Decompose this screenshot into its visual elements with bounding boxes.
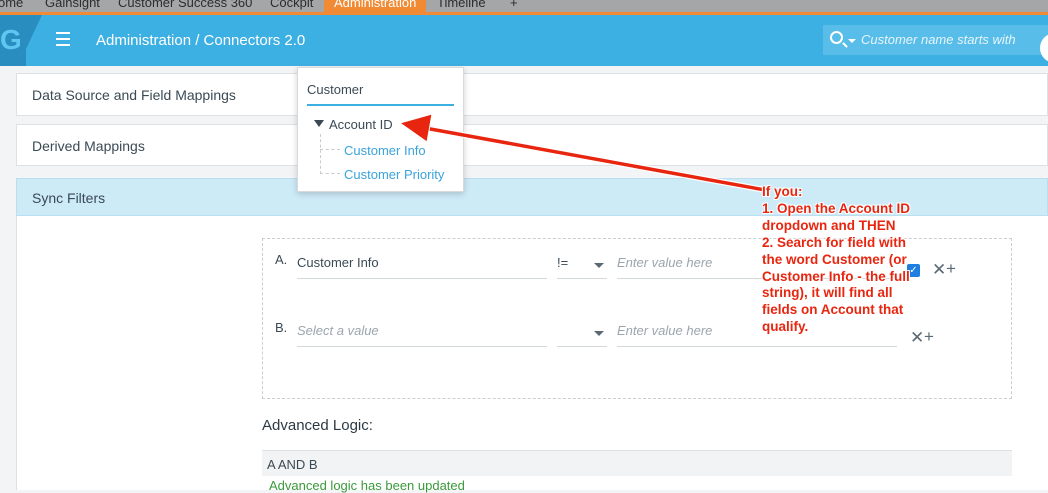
chevron-down-icon[interactable] bbox=[594, 331, 604, 336]
filter-letter: B. bbox=[275, 320, 288, 335]
advanced-logic-input[interactable]: A AND B bbox=[262, 450, 1012, 476]
customer-search[interactable]: Customer name starts with bbox=[823, 25, 1048, 55]
annotation-note: If you: 1. Open the Account ID dropdown … bbox=[762, 184, 911, 335]
section-data-source[interactable]: Data Source and Field Mappings bbox=[16, 73, 1048, 116]
tree-option-customer-info[interactable]: Customer Info bbox=[344, 143, 426, 158]
close-icon[interactable]: ✕ bbox=[932, 260, 946, 280]
advanced-logic-expression: A AND B bbox=[267, 457, 318, 472]
tab-gainsight[interactable]: Gainsight bbox=[45, 0, 100, 10]
advanced-logic-label: Advanced Logic: bbox=[262, 417, 373, 434]
tab-customer-success-360[interactable]: Customer Success 360 bbox=[118, 0, 252, 10]
hamburger-menu-icon[interactable] bbox=[56, 32, 70, 50]
top-tab-bar: ome Gainsight Customer Success 360 Cockp… bbox=[0, 0, 1048, 12]
plus-icon[interactable]: + bbox=[946, 259, 956, 279]
tab-administration[interactable]: Administration bbox=[324, 0, 427, 12]
field-select[interactable]: Select a value bbox=[297, 323, 547, 347]
tab-home[interactable]: ome bbox=[0, 0, 23, 10]
chevron-down-icon[interactable] bbox=[848, 39, 856, 43]
tab-add[interactable]: + bbox=[510, 0, 518, 10]
status-message: Advanced logic has been updated bbox=[269, 478, 465, 493]
section-title: Data Source and Field Mappings bbox=[32, 87, 236, 103]
field-select[interactable]: Customer Info bbox=[297, 255, 547, 279]
tree-connector bbox=[320, 173, 340, 174]
filter-letter: A. bbox=[275, 252, 288, 267]
section-title: Sync Filters bbox=[32, 190, 106, 206]
tree-option-customer-priority[interactable]: Customer Priority bbox=[344, 167, 444, 182]
app-header: G Administration / Connectors 2.0 Custom… bbox=[0, 15, 1048, 66]
section-derived-mappings[interactable]: Derived Mappings bbox=[16, 124, 1048, 166]
section-title: Derived Mappings bbox=[32, 138, 145, 154]
tree-node-account-id[interactable]: Account ID bbox=[329, 117, 393, 132]
logo-letter: G bbox=[0, 24, 22, 55]
tab-cockpit[interactable]: Cockpit bbox=[270, 0, 313, 10]
tab-timeline[interactable]: Timeline bbox=[437, 0, 486, 10]
breadcrumb: Administration / Connectors 2.0 bbox=[96, 32, 306, 49]
dropdown-search-input[interactable]: Customer bbox=[307, 82, 454, 106]
chevron-down-icon[interactable] bbox=[594, 263, 604, 268]
tree-connector bbox=[320, 149, 340, 150]
search-input[interactable]: Customer name starts with bbox=[861, 32, 1016, 47]
plus-icon[interactable]: + bbox=[924, 327, 934, 347]
search-icon[interactable] bbox=[830, 31, 843, 44]
field-picker-dropdown: Customer Account ID Customer Info Custom… bbox=[297, 67, 464, 192]
expand-triangle-icon[interactable] bbox=[314, 120, 324, 127]
tree-connector bbox=[320, 134, 321, 174]
